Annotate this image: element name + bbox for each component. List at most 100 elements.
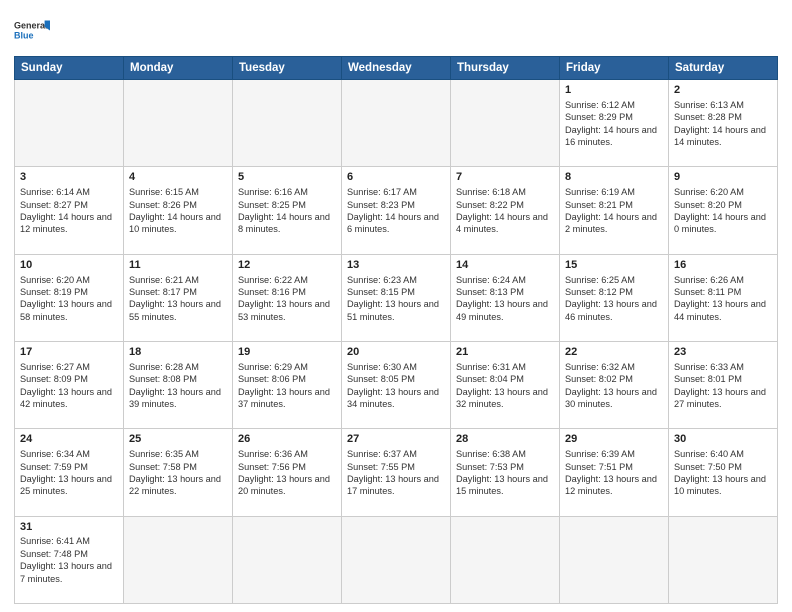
calendar-cell: 12Sunrise: 6:22 AM Sunset: 8:16 PM Dayli… <box>233 254 342 341</box>
day-info: Sunrise: 6:28 AM Sunset: 8:08 PM Dayligh… <box>129 361 227 411</box>
calendar-week-row: 10Sunrise: 6:20 AM Sunset: 8:19 PM Dayli… <box>15 254 778 341</box>
logo: General Blue <box>14 12 50 48</box>
calendar-cell: 5Sunrise: 6:16 AM Sunset: 8:25 PM Daylig… <box>233 167 342 254</box>
calendar-table: SundayMondayTuesdayWednesdayThursdayFrid… <box>14 56 778 604</box>
day-number: 18 <box>129 345 227 360</box>
calendar-cell: 26Sunrise: 6:36 AM Sunset: 7:56 PM Dayli… <box>233 429 342 516</box>
calendar-weekday-wednesday: Wednesday <box>342 57 451 80</box>
calendar-cell: 18Sunrise: 6:28 AM Sunset: 8:08 PM Dayli… <box>124 341 233 428</box>
calendar-cell: 20Sunrise: 6:30 AM Sunset: 8:05 PM Dayli… <box>342 341 451 428</box>
calendar-cell <box>342 80 451 167</box>
day-number: 7 <box>456 170 554 185</box>
calendar-cell: 6Sunrise: 6:17 AM Sunset: 8:23 PM Daylig… <box>342 167 451 254</box>
day-info: Sunrise: 6:22 AM Sunset: 8:16 PM Dayligh… <box>238 274 336 324</box>
svg-text:Blue: Blue <box>14 31 34 41</box>
day-info: Sunrise: 6:37 AM Sunset: 7:55 PM Dayligh… <box>347 448 445 498</box>
day-info: Sunrise: 6:15 AM Sunset: 8:26 PM Dayligh… <box>129 186 227 236</box>
calendar-weekday-thursday: Thursday <box>451 57 560 80</box>
day-info: Sunrise: 6:26 AM Sunset: 8:11 PM Dayligh… <box>674 274 772 324</box>
day-number: 29 <box>565 432 663 447</box>
calendar-cell: 31Sunrise: 6:41 AM Sunset: 7:48 PM Dayli… <box>15 516 124 603</box>
calendar-weekday-monday: Monday <box>124 57 233 80</box>
calendar-cell: 1Sunrise: 6:12 AM Sunset: 8:29 PM Daylig… <box>560 80 669 167</box>
calendar-header-row: SundayMondayTuesdayWednesdayThursdayFrid… <box>15 57 778 80</box>
calendar-weekday-sunday: Sunday <box>15 57 124 80</box>
day-info: Sunrise: 6:20 AM Sunset: 8:19 PM Dayligh… <box>20 274 118 324</box>
day-info: Sunrise: 6:16 AM Sunset: 8:25 PM Dayligh… <box>238 186 336 236</box>
day-number: 6 <box>347 170 445 185</box>
calendar-cell: 30Sunrise: 6:40 AM Sunset: 7:50 PM Dayli… <box>669 429 778 516</box>
calendar-week-row: 24Sunrise: 6:34 AM Sunset: 7:59 PM Dayli… <box>15 429 778 516</box>
day-number: 2 <box>674 83 772 98</box>
calendar-cell <box>15 80 124 167</box>
calendar-cell <box>451 80 560 167</box>
calendar-cell: 3Sunrise: 6:14 AM Sunset: 8:27 PM Daylig… <box>15 167 124 254</box>
day-number: 12 <box>238 258 336 273</box>
day-number: 4 <box>129 170 227 185</box>
day-number: 20 <box>347 345 445 360</box>
calendar-cell: 16Sunrise: 6:26 AM Sunset: 8:11 PM Dayli… <box>669 254 778 341</box>
calendar-weekday-tuesday: Tuesday <box>233 57 342 80</box>
calendar-weekday-friday: Friday <box>560 57 669 80</box>
day-number: 5 <box>238 170 336 185</box>
calendar-week-row: 3Sunrise: 6:14 AM Sunset: 8:27 PM Daylig… <box>15 167 778 254</box>
day-number: 25 <box>129 432 227 447</box>
day-number: 17 <box>20 345 118 360</box>
day-number: 27 <box>347 432 445 447</box>
day-info: Sunrise: 6:14 AM Sunset: 8:27 PM Dayligh… <box>20 186 118 236</box>
day-info: Sunrise: 6:27 AM Sunset: 8:09 PM Dayligh… <box>20 361 118 411</box>
calendar-cell: 8Sunrise: 6:19 AM Sunset: 8:21 PM Daylig… <box>560 167 669 254</box>
calendar-weekday-saturday: Saturday <box>669 57 778 80</box>
day-number: 28 <box>456 432 554 447</box>
day-info: Sunrise: 6:32 AM Sunset: 8:02 PM Dayligh… <box>565 361 663 411</box>
calendar-cell: 4Sunrise: 6:15 AM Sunset: 8:26 PM Daylig… <box>124 167 233 254</box>
day-info: Sunrise: 6:21 AM Sunset: 8:17 PM Dayligh… <box>129 274 227 324</box>
calendar-cell: 2Sunrise: 6:13 AM Sunset: 8:28 PM Daylig… <box>669 80 778 167</box>
calendar-cell <box>669 516 778 603</box>
calendar-cell: 11Sunrise: 6:21 AM Sunset: 8:17 PM Dayli… <box>124 254 233 341</box>
calendar-cell: 21Sunrise: 6:31 AM Sunset: 8:04 PM Dayli… <box>451 341 560 428</box>
day-info: Sunrise: 6:29 AM Sunset: 8:06 PM Dayligh… <box>238 361 336 411</box>
day-number: 3 <box>20 170 118 185</box>
day-number: 31 <box>20 520 118 535</box>
day-info: Sunrise: 6:17 AM Sunset: 8:23 PM Dayligh… <box>347 186 445 236</box>
day-info: Sunrise: 6:41 AM Sunset: 7:48 PM Dayligh… <box>20 535 118 585</box>
day-info: Sunrise: 6:30 AM Sunset: 8:05 PM Dayligh… <box>347 361 445 411</box>
day-info: Sunrise: 6:19 AM Sunset: 8:21 PM Dayligh… <box>565 186 663 236</box>
day-info: Sunrise: 6:34 AM Sunset: 7:59 PM Dayligh… <box>20 448 118 498</box>
day-number: 22 <box>565 345 663 360</box>
calendar-week-row: 17Sunrise: 6:27 AM Sunset: 8:09 PM Dayli… <box>15 341 778 428</box>
day-info: Sunrise: 6:13 AM Sunset: 8:28 PM Dayligh… <box>674 99 772 149</box>
day-info: Sunrise: 6:12 AM Sunset: 8:29 PM Dayligh… <box>565 99 663 149</box>
day-number: 23 <box>674 345 772 360</box>
day-number: 16 <box>674 258 772 273</box>
day-number: 8 <box>565 170 663 185</box>
day-number: 1 <box>565 83 663 98</box>
day-number: 24 <box>20 432 118 447</box>
calendar-cell <box>124 516 233 603</box>
calendar-cell <box>233 80 342 167</box>
calendar-cell <box>451 516 560 603</box>
calendar-week-row: 31Sunrise: 6:41 AM Sunset: 7:48 PM Dayli… <box>15 516 778 603</box>
day-info: Sunrise: 6:24 AM Sunset: 8:13 PM Dayligh… <box>456 274 554 324</box>
calendar-cell: 14Sunrise: 6:24 AM Sunset: 8:13 PM Dayli… <box>451 254 560 341</box>
calendar-week-row: 1Sunrise: 6:12 AM Sunset: 8:29 PM Daylig… <box>15 80 778 167</box>
day-info: Sunrise: 6:39 AM Sunset: 7:51 PM Dayligh… <box>565 448 663 498</box>
day-info: Sunrise: 6:38 AM Sunset: 7:53 PM Dayligh… <box>456 448 554 498</box>
calendar-cell <box>233 516 342 603</box>
day-number: 9 <box>674 170 772 185</box>
day-number: 15 <box>565 258 663 273</box>
day-number: 13 <box>347 258 445 273</box>
calendar-cell: 28Sunrise: 6:38 AM Sunset: 7:53 PM Dayli… <box>451 429 560 516</box>
calendar-cell <box>342 516 451 603</box>
day-number: 19 <box>238 345 336 360</box>
svg-text:General: General <box>14 21 48 31</box>
day-info: Sunrise: 6:25 AM Sunset: 8:12 PM Dayligh… <box>565 274 663 324</box>
day-info: Sunrise: 6:31 AM Sunset: 8:04 PM Dayligh… <box>456 361 554 411</box>
day-info: Sunrise: 6:40 AM Sunset: 7:50 PM Dayligh… <box>674 448 772 498</box>
day-info: Sunrise: 6:18 AM Sunset: 8:22 PM Dayligh… <box>456 186 554 236</box>
calendar-cell: 10Sunrise: 6:20 AM Sunset: 8:19 PM Dayli… <box>15 254 124 341</box>
page: General Blue SundayMondayTuesdayWednesda… <box>0 0 792 612</box>
day-number: 21 <box>456 345 554 360</box>
calendar-cell: 13Sunrise: 6:23 AM Sunset: 8:15 PM Dayli… <box>342 254 451 341</box>
